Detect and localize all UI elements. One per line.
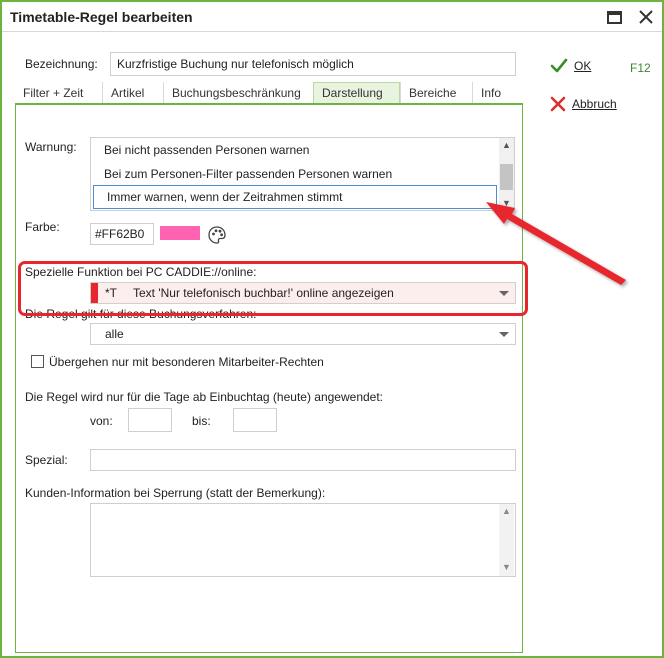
tage-label: Die Regel wird nur für die Tage ab Einbu… xyxy=(25,390,384,404)
spezial-field[interactable] xyxy=(90,449,516,471)
von-field[interactable] xyxy=(128,408,172,432)
farbe-label: Farbe: xyxy=(25,220,60,234)
title-bar: Timetable-Regel bearbeiten xyxy=(2,2,662,32)
spezial-label: Spezial: xyxy=(25,453,68,467)
bis-label: bis: xyxy=(192,414,211,428)
color-swatch xyxy=(160,226,200,240)
bezeichnung-label: Bezeichnung: xyxy=(25,57,98,71)
checkmark-icon xyxy=(550,58,568,73)
close-icon xyxy=(639,10,653,24)
kunden-info-scrollbar[interactable]: ▲ ▼ xyxy=(499,504,514,576)
farbe-hex-field[interactable]: #FF62B0 xyxy=(90,223,154,245)
scroll-up-icon[interactable]: ▲ xyxy=(499,506,514,516)
scroll-thumb[interactable] xyxy=(500,164,513,190)
warnung-option-2[interactable]: Bei zum Personen-Filter passenden Person… xyxy=(91,162,499,186)
scroll-down-icon[interactable]: ▼ xyxy=(499,562,514,572)
tab-bar: Filter + Zeit Artikel Buchungsbeschränku… xyxy=(15,82,520,104)
von-label: von: xyxy=(90,414,113,428)
scroll-up-icon[interactable]: ▲ xyxy=(499,138,514,152)
close-button[interactable] xyxy=(634,6,658,28)
bezeichnung-field[interactable]: Kurzfristige Buchung nur telefonisch mög… xyxy=(110,52,516,76)
warnung-label: Warnung: xyxy=(25,140,77,154)
kunden-info-label: Kunden-Information bei Sperrung (statt d… xyxy=(25,486,326,500)
highlight-annotation xyxy=(18,261,528,316)
warnung-listbox[interactable]: Bei nicht passenden Personen warnen Bei … xyxy=(90,137,515,211)
kunden-info-textarea[interactable] xyxy=(90,503,516,577)
warnung-option-3[interactable]: Immer warnen, wenn der Zeitrahmen stimmt xyxy=(93,185,497,209)
dialog-window: Timetable-Regel bearbeiten Bezeichnung: … xyxy=(0,0,664,658)
buchungsverfahren-value: alle xyxy=(105,327,124,341)
maximize-icon xyxy=(606,10,622,24)
tab-artikel[interactable]: Artikel xyxy=(102,82,163,103)
warnung-option-1[interactable]: Bei nicht passenden Personen warnen xyxy=(91,138,499,162)
chevron-down-icon xyxy=(499,332,509,337)
cancel-label: Abbruch xyxy=(572,97,617,111)
maximize-button[interactable] xyxy=(602,6,626,28)
cancel-button[interactable]: Abbruch xyxy=(550,96,617,112)
color-palette-icon[interactable] xyxy=(207,225,227,245)
buchungsverfahren-select[interactable]: alle xyxy=(90,323,516,345)
tab-bereiche[interactable]: Bereiche xyxy=(400,82,472,103)
tab-darstellung[interactable]: Darstellung xyxy=(313,82,400,103)
cancel-x-icon xyxy=(550,96,566,112)
uebergehen-label: Übergehen nur mit besonderen Mitarbeiter… xyxy=(49,355,324,369)
annotation-arrow-icon xyxy=(486,202,626,285)
ok-shortcut: F12 xyxy=(630,61,651,75)
ok-button[interactable]: OK xyxy=(550,58,591,74)
tab-info[interactable]: Info xyxy=(472,82,520,103)
uebergehen-checkbox[interactable] xyxy=(31,355,44,368)
ok-label: OK xyxy=(574,59,592,73)
tab-filter-zeit[interactable]: Filter + Zeit xyxy=(15,82,102,103)
window-title: Timetable-Regel bearbeiten xyxy=(10,9,193,25)
bis-field[interactable] xyxy=(233,408,277,432)
tab-buchungsbeschraenkung[interactable]: Buchungsbeschränkung xyxy=(163,82,313,103)
